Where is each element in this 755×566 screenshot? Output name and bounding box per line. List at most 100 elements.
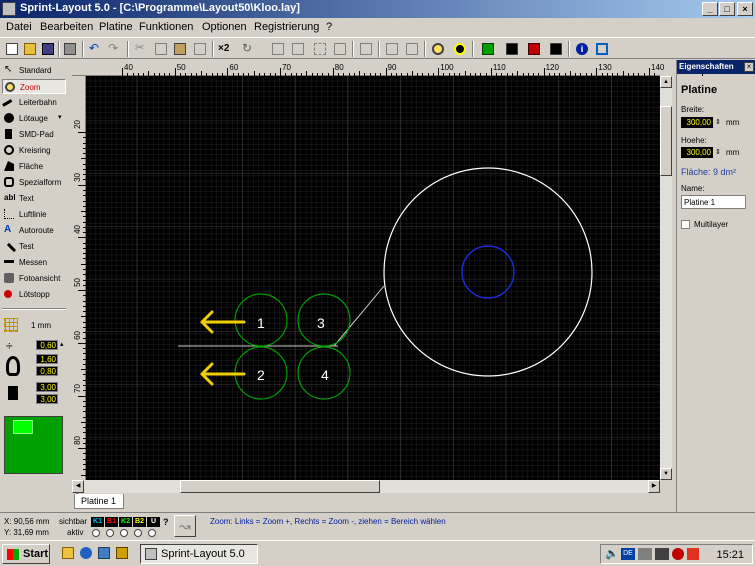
board-canvas[interactable]: 1 2 3 4 xyxy=(86,76,660,480)
active-radio-k2[interactable] xyxy=(120,529,128,537)
tray-acrobat-icon[interactable] xyxy=(687,548,699,560)
scroll-left-button[interactable]: ◀ xyxy=(72,480,84,493)
menu-platine[interactable]: Platine xyxy=(99,21,133,33)
crop-icon[interactable] xyxy=(594,41,610,57)
component2-icon[interactable] xyxy=(404,41,420,57)
layer-u-button[interactable]: U xyxy=(147,517,160,527)
minimize-button[interactable]: _ xyxy=(702,2,718,16)
quicklaunch-desktop-icon[interactable] xyxy=(62,547,74,559)
check-icon[interactable] xyxy=(504,41,520,57)
menu-help[interactable]: ? xyxy=(326,21,332,33)
undo-icon[interactable]: ↶ xyxy=(87,41,103,57)
mirror-icon[interactable] xyxy=(270,41,286,57)
track-width-field[interactable]: 0,60 xyxy=(36,340,58,350)
width-spin-icon[interactable]: ⇕ xyxy=(715,118,721,126)
redo-icon[interactable]: ↷ xyxy=(106,41,122,57)
drc-icon[interactable] xyxy=(480,41,496,57)
view-icon[interactable] xyxy=(452,41,468,57)
spin-icon[interactable]: ▴ xyxy=(60,340,64,348)
tool-fotoansicht[interactable]: Fotoansicht xyxy=(2,271,66,286)
active-radio-u[interactable] xyxy=(148,529,156,537)
info-icon[interactable]: i xyxy=(574,41,590,57)
height-spin-icon[interactable]: ⇕ xyxy=(715,148,721,156)
volume-icon[interactable]: 🔈 xyxy=(605,548,619,560)
route-icon[interactable]: ↝ xyxy=(174,515,196,537)
delete-icon[interactable] xyxy=(192,41,208,57)
drc-report-icon[interactable] xyxy=(526,41,542,57)
multilayer-checkbox[interactable] xyxy=(681,220,690,229)
align-icon[interactable] xyxy=(290,41,306,57)
tool-standard[interactable]: ↖ Standard xyxy=(2,63,66,78)
copy-icon[interactable] xyxy=(153,41,169,57)
active-radio-b2[interactable] xyxy=(134,529,142,537)
group-icon[interactable] xyxy=(312,41,328,57)
board-svg[interactable]: 1 2 3 4 xyxy=(86,76,660,480)
tool-messen[interactable]: Messen xyxy=(2,255,66,270)
macro-icon[interactable] xyxy=(358,41,374,57)
tool-leiterbahn[interactable]: Leiterbahn xyxy=(2,95,66,113)
grid-icon[interactable] xyxy=(4,318,18,332)
maximize-button[interactable]: □ xyxy=(719,2,735,16)
new-file-icon[interactable] xyxy=(4,41,20,57)
hscroll-thumb[interactable] xyxy=(180,480,380,493)
width-field[interactable]: 300,00 xyxy=(681,117,713,128)
component-icon[interactable] xyxy=(384,41,400,57)
open-folder-icon[interactable] xyxy=(22,41,38,57)
close-panel-icon[interactable]: × xyxy=(744,62,754,72)
tool-flaeche[interactable]: Fläche xyxy=(2,159,66,174)
save-icon[interactable] xyxy=(40,41,56,57)
smd-height-field[interactable]: 3,00 xyxy=(36,394,58,404)
viewport-indicator[interactable] xyxy=(13,420,33,434)
paste-icon[interactable] xyxy=(172,41,188,57)
cut-icon[interactable]: ✂ xyxy=(133,41,149,57)
tool-spezialform[interactable]: Spezialform xyxy=(2,175,66,190)
tool-smd-pad[interactable]: SMD-Pad xyxy=(2,127,66,142)
tool-zoom[interactable]: Zoom xyxy=(2,79,66,94)
rotate-icon[interactable]: ↻ xyxy=(240,41,256,57)
menu-registrierung[interactable]: Registrierung xyxy=(254,21,319,33)
tool-test[interactable]: Test xyxy=(1,239,66,258)
quicklaunch-ie-icon[interactable] xyxy=(80,547,92,559)
tool-luftlinie[interactable]: Luftlinie xyxy=(2,207,66,222)
smd-width-field[interactable]: 3,00 xyxy=(36,382,58,392)
menu-funktionen[interactable]: Funktionen xyxy=(139,21,193,33)
vscroll-thumb[interactable] xyxy=(660,106,672,176)
tool-autoroute[interactable]: A Autoroute xyxy=(2,223,66,238)
help-icon[interactable]: ? xyxy=(163,517,169,527)
layer-b2-button[interactable]: B2 xyxy=(133,517,146,527)
language-icon[interactable]: DE xyxy=(621,548,635,560)
tray-app-icon[interactable] xyxy=(655,548,669,560)
vertical-scrollbar[interactable]: ▲ ▼ xyxy=(660,76,672,480)
scroll-up-button[interactable]: ▲ xyxy=(660,76,672,88)
chevron-down-icon[interactable]: ▾ xyxy=(58,113,62,121)
ungroup-icon[interactable] xyxy=(332,41,348,57)
tool-kreisring[interactable]: Kreisring xyxy=(2,143,66,158)
tray-antivirus-icon[interactable] xyxy=(672,548,684,560)
active-radio-k1[interactable] xyxy=(92,529,100,537)
menu-datei[interactable]: Datei xyxy=(6,21,32,33)
board-overview[interactable] xyxy=(4,416,63,474)
pad-inner-field[interactable]: 0,80 xyxy=(36,366,58,376)
active-radio-b1[interactable] xyxy=(106,529,114,537)
taskbar-item-sprint-layout[interactable]: Sprint-Layout 5.0 xyxy=(140,544,258,564)
layer-k2-button[interactable]: K2 xyxy=(119,517,132,527)
quicklaunch-explorer-icon[interactable] xyxy=(116,547,128,559)
close-button[interactable]: × xyxy=(737,2,753,16)
tool-text[interactable]: abl Text xyxy=(2,191,66,206)
tool-loetauge[interactable]: Lötauge ▾ xyxy=(2,111,66,126)
list-icon[interactable] xyxy=(548,41,564,57)
layer-b1-button[interactable]: B1 xyxy=(105,517,118,527)
app-icon[interactable] xyxy=(2,2,16,16)
print-icon[interactable] xyxy=(62,41,78,57)
start-button[interactable]: Start xyxy=(2,544,50,564)
layer-k1-button[interactable]: K1 xyxy=(91,517,104,527)
grid-value[interactable]: 1 mm xyxy=(31,321,51,330)
menu-optionen[interactable]: Optionen xyxy=(202,21,247,33)
duplicate-button[interactable]: ×2 xyxy=(218,41,234,57)
menu-bearbeiten[interactable]: Bearbeiten xyxy=(40,21,93,33)
pad-outer-field[interactable]: 1,60 xyxy=(36,354,58,364)
scroll-down-button[interactable]: ▼ xyxy=(660,468,672,480)
height-field[interactable]: 300,00 xyxy=(681,147,713,158)
tab-platine-1[interactable]: Platine 1 xyxy=(74,494,124,509)
horizontal-scrollbar[interactable]: ◀ ▶ xyxy=(72,480,660,493)
